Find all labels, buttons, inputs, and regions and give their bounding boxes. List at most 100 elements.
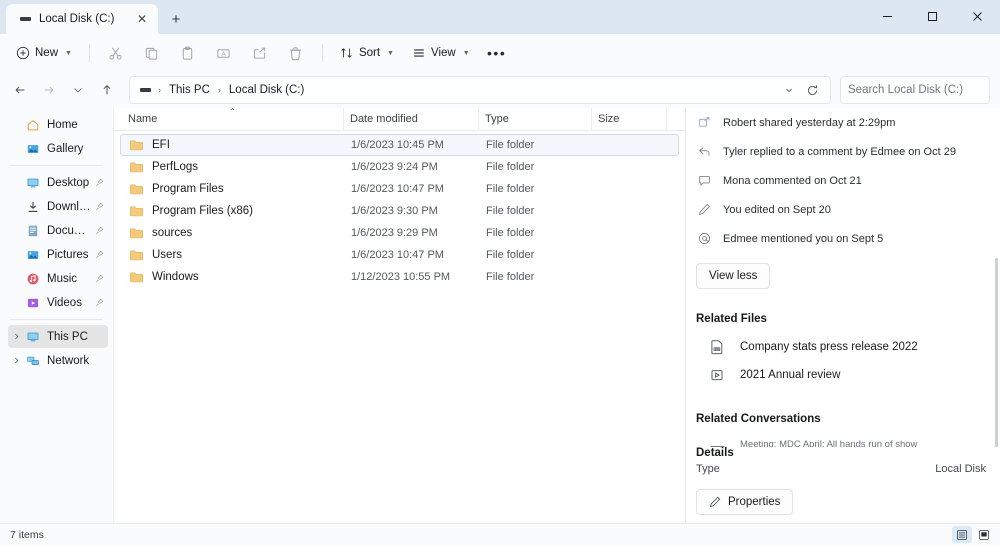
view-less-button[interactable]: View less — [696, 263, 770, 289]
sidebar-item-label: Gallery — [47, 143, 104, 155]
large-icons-view-button[interactable] — [974, 526, 994, 543]
sort-button[interactable]: Sort ▼ — [332, 39, 402, 67]
sidebar-item-videos[interactable]: Videos — [8, 291, 108, 314]
cell-name: sources — [123, 226, 345, 241]
reply-icon — [696, 145, 713, 158]
sidebar-item-downloads[interactable]: Downloads — [8, 195, 108, 218]
breadcrumb[interactable]: › This PC › Local Disk (C:) — [129, 76, 831, 104]
column-header-date-modified[interactable]: Date modified — [344, 108, 479, 131]
new-button[interactable]: New ▼ — [8, 39, 80, 67]
see-more-button[interactable]: ••• — [480, 39, 514, 67]
sidebar-item-home[interactable]: Home — [8, 113, 108, 136]
cell-date-modified: 1/6/2023 9:29 PM — [345, 227, 480, 239]
chevron-right-icon[interactable] — [8, 332, 24, 341]
comment-icon — [696, 174, 713, 187]
file-rows: EFI 1/6/2023 10:45 PM File folder PerfLo… — [114, 131, 685, 523]
folder-icon — [129, 182, 145, 197]
close-tab-icon[interactable]: ✕ — [132, 9, 152, 29]
folder-icon — [129, 248, 145, 263]
desktop-icon — [24, 176, 42, 190]
sidebar-item-this-pc[interactable]: This PC — [8, 325, 108, 348]
table-row[interactable]: Users 1/6/2023 10:47 PM File folder — [120, 244, 679, 266]
this-pc-icon — [24, 330, 42, 344]
share-button[interactable] — [243, 39, 277, 67]
cell-type: File folder — [480, 249, 593, 261]
pin-icon[interactable] — [94, 274, 104, 283]
up-button[interactable] — [93, 76, 121, 104]
search-input[interactable] — [848, 84, 1000, 96]
title-bar: Local Disk (C:) ✕ + — [0, 0, 1000, 34]
related-file-item[interactable]: 2021 Annual review — [696, 361, 986, 389]
activity-item[interactable]: Mona commented on Oct 21 — [696, 166, 986, 195]
table-row[interactable]: Program Files (x86) 1/6/2023 9:30 PM Fil… — [120, 200, 679, 222]
maximize-button[interactable] — [910, 0, 955, 32]
column-header-size[interactable]: Size — [592, 108, 667, 131]
forward-button[interactable] — [35, 76, 63, 104]
sidebar-item-network[interactable]: Network — [8, 349, 108, 372]
pin-icon[interactable] — [94, 226, 104, 235]
pin-icon[interactable] — [94, 298, 104, 307]
chevron-right-icon[interactable] — [8, 356, 24, 365]
sidebar-item-music[interactable]: Music — [8, 267, 108, 290]
close-window-button[interactable] — [955, 0, 1000, 32]
cut-button[interactable] — [99, 39, 133, 67]
cell-name: Program Files (x86) — [123, 204, 345, 219]
details-scrollbar[interactable] — [995, 258, 998, 447]
chevron-down-icon: ▼ — [387, 50, 394, 57]
rename-button[interactable]: A — [207, 39, 241, 67]
column-header-name[interactable]: ⌃ Name — [122, 108, 344, 131]
file-list-pane: ⌃ Name Date modified Type Size — [113, 108, 685, 523]
table-row[interactable]: PerfLogs 1/6/2023 9:24 PM File folder — [120, 156, 679, 178]
breadcrumb-actions — [778, 78, 824, 102]
back-button[interactable] — [6, 76, 34, 104]
table-row[interactable]: Program Files 1/6/2023 10:47 PM File fol… — [120, 178, 679, 200]
activity-text: Tyler replied to a comment by Edmee on O… — [723, 146, 956, 158]
tab-local-disk-c[interactable]: Local Disk (C:) ✕ — [6, 4, 158, 34]
toolbar-divider — [89, 44, 90, 62]
column-header-label: Size — [598, 113, 619, 125]
column-header-type[interactable]: Type — [479, 108, 592, 131]
properties-button[interactable]: Properties — [696, 489, 793, 515]
cell-type: File folder — [480, 161, 593, 173]
cell-name: PerfLogs — [123, 160, 345, 175]
sidebar-item-pictures[interactable]: Pictures — [8, 243, 108, 266]
copy-button[interactable] — [135, 39, 169, 67]
pin-icon[interactable] — [94, 250, 104, 259]
activity-item[interactable]: You edited on Sept 20 — [696, 195, 986, 224]
sidebar-item-label: Videos — [47, 297, 94, 309]
recent-locations-button[interactable] — [64, 76, 92, 104]
video-file-icon — [708, 367, 726, 383]
activity-item[interactable]: Robert shared yesterday at 2:29pm — [696, 108, 986, 137]
sidebar-item-gallery[interactable]: Gallery — [8, 137, 108, 160]
search-box[interactable] — [840, 76, 990, 104]
pin-icon[interactable] — [94, 202, 104, 211]
sidebar-item-documents[interactable]: Documents — [8, 219, 108, 242]
downloads-icon — [24, 200, 42, 214]
table-row[interactable]: Windows 1/12/2023 10:55 PM File folder — [120, 266, 679, 288]
paste-button[interactable] — [171, 39, 205, 67]
sidebar-item-desktop[interactable]: Desktop — [8, 171, 108, 194]
new-tab-button[interactable]: + — [162, 5, 190, 33]
activity-item[interactable]: Edmee mentioned you on Sept 5 — [696, 224, 986, 253]
copy-icon — [144, 46, 159, 61]
explorer-body: Home Gallery Desktop — [0, 108, 1000, 523]
details-view-button[interactable] — [952, 526, 972, 543]
breadcrumb-local-disk[interactable]: Local Disk (C:) — [224, 81, 309, 99]
activity-item[interactable]: Tyler replied to a comment by Edmee on O… — [696, 137, 986, 166]
delete-button[interactable] — [279, 39, 313, 67]
view-button[interactable]: View ▼ — [404, 39, 478, 67]
sidebar-item-label: Network — [47, 355, 104, 367]
refresh-icon[interactable] — [800, 78, 824, 102]
table-row[interactable]: sources 1/6/2023 9:29 PM File folder — [120, 222, 679, 244]
cell-date-modified: 1/6/2023 10:47 PM — [345, 249, 480, 261]
table-row[interactable]: EFI 1/6/2023 10:45 PM File folder — [120, 134, 679, 156]
breadcrumb-this-pc[interactable]: This PC — [164, 81, 215, 99]
pin-icon[interactable] — [94, 178, 104, 187]
trash-icon — [288, 46, 303, 61]
related-file-item[interactable]: PDF Company stats press release 2022 — [696, 333, 986, 361]
breadcrumb-chevron-down-icon[interactable] — [778, 78, 800, 102]
details-title: Details — [696, 447, 986, 459]
conversation-item[interactable]: Meeting: MDC April: All hands run of sho… — [696, 433, 986, 447]
minimize-button[interactable] — [865, 0, 910, 32]
sidebar-item-label: Desktop — [47, 177, 94, 189]
